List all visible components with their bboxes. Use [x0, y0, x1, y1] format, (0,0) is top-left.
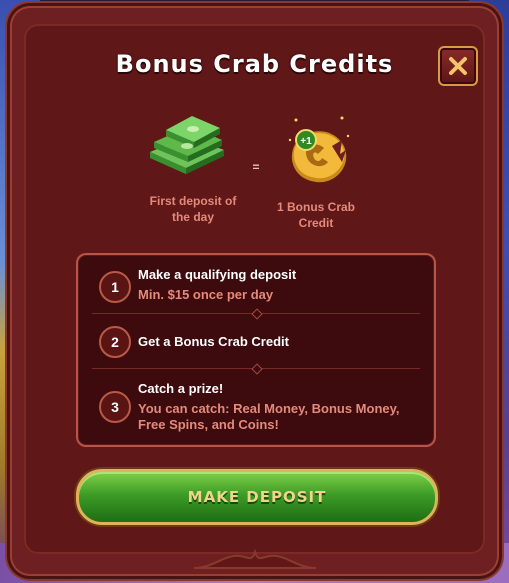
step-divider: [92, 308, 420, 320]
step-title: Catch a prize!: [138, 381, 224, 396]
dialog-title: Bonus Crab Credits: [115, 50, 394, 78]
step-number: 1: [99, 271, 131, 303]
step-title: Get a Bonus Crab Credit: [138, 334, 289, 349]
make-deposit-button[interactable]: MAKE DEPOSIT: [76, 469, 438, 525]
equals-sign: =: [252, 160, 260, 174]
step-subtitle: You can catch: Real Money, Bonus Money, …: [138, 401, 400, 432]
make-deposit-label: MAKE DEPOSIT: [187, 488, 327, 506]
close-x-icon: [449, 57, 467, 75]
step-number: 3: [99, 391, 131, 423]
step-subtitle: Min. $15 once per day: [138, 287, 274, 302]
close-button[interactable]: [438, 46, 478, 86]
plus-one-badge: +1: [300, 136, 312, 147]
step-number: 2: [99, 326, 131, 358]
step-title: Make a qualifying deposit: [138, 267, 297, 282]
step-divider: [92, 363, 420, 375]
bottom-ornament: [194, 548, 316, 569]
reward-left-caption: First deposit of the day: [149, 194, 237, 224]
reward-right-caption: 1 Bonus Crab Credit: [276, 200, 355, 230]
steps-list: 1 Make a qualifying deposit Min. $15 onc…: [76, 253, 436, 447]
crab-credit-coin-icon: +1: [288, 116, 350, 183]
cash-stack-icon: [150, 116, 224, 174]
